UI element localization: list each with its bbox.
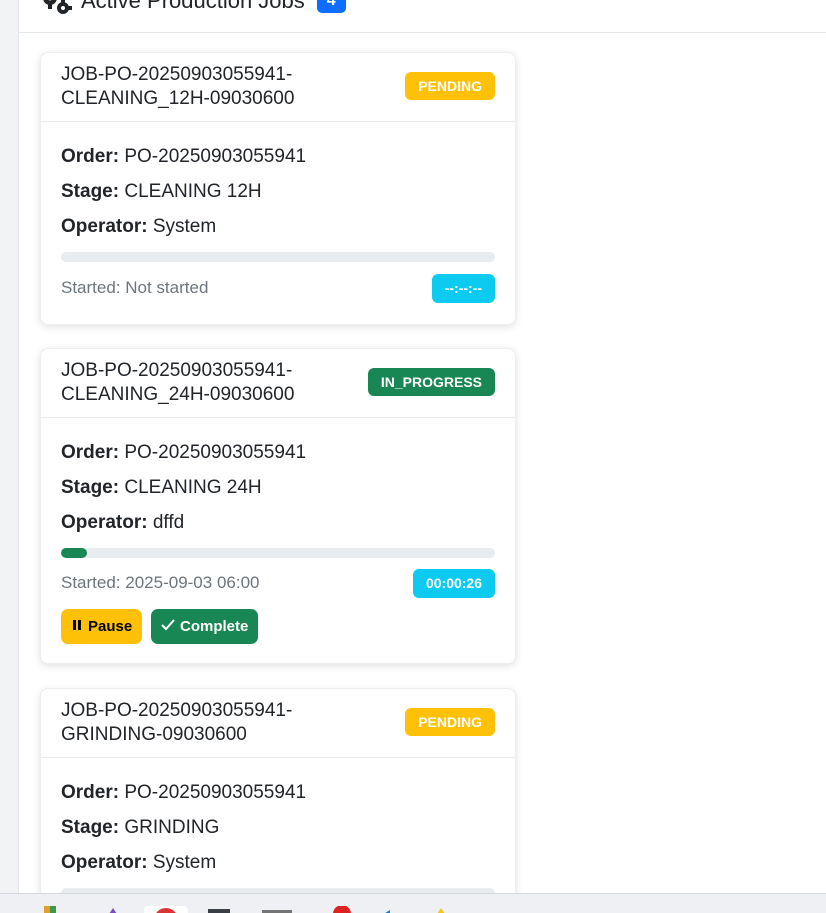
complete-label: Complete <box>180 618 249 635</box>
job-id: JOB-PO-20250903055941-GRINDING-09030600 <box>61 700 293 745</box>
browser-icon[interactable] <box>144 906 188 913</box>
started-text: Started: 2025-09-03 06:00 <box>61 573 260 592</box>
gears-icon <box>39 0 73 16</box>
order-label: Order: <box>61 782 120 803</box>
job-card: JOB-PO-20250903055941-GRINDING-09030600 … <box>40 688 516 913</box>
job-id: JOB-PO-20250903055941-CLEANING_24H-09030… <box>61 360 295 405</box>
started-text: Started: Not started <box>61 278 209 297</box>
pause-icon <box>71 618 83 635</box>
stage-field: Stage: CLEANING 24H <box>61 476 262 500</box>
progress-bar <box>61 252 495 262</box>
progress-percent: 6% <box>61 548 79 558</box>
job-card-body: Order: PO-20250903055941 Stage: CLEANING… <box>41 418 515 663</box>
operator-value: System <box>152 852 217 873</box>
app-icon[interactable] <box>430 906 452 913</box>
order-value: PO-20250903055941 <box>124 146 307 167</box>
order-value: PO-20250903055941 <box>124 442 307 463</box>
status-badge: PENDING <box>405 72 495 100</box>
operator-field: Operator: System <box>61 851 216 875</box>
operator-field: Operator: dffd <box>61 511 184 535</box>
elapsed-timer: --:--:-- <box>431 274 495 303</box>
stage-value: GRINDING <box>124 817 220 838</box>
app-icon[interactable] <box>372 906 394 913</box>
page-header: Active Production Jobs 4 <box>19 0 826 33</box>
app-icon[interactable] <box>208 906 236 913</box>
elapsed-timer: 00:00:26 <box>412 569 495 598</box>
job-card-body: Order: PO-20250903055941 Stage: GRINDING… <box>41 758 515 913</box>
sidebar-edge <box>0 0 19 893</box>
page: Active Production Jobs 4 JOB-PO-20250903… <box>0 0 826 913</box>
operator-label: Operator: <box>61 852 148 873</box>
job-card-header: JOB-PO-20250903055941-CLEANING_12H-09030… <box>41 53 515 122</box>
page-title: Active Production Jobs <box>81 0 305 13</box>
stage-field: Stage: CLEANING 12H <box>61 180 262 204</box>
order-field: Order: PO-20250903055941 <box>61 781 306 805</box>
job-id: JOB-PO-20250903055941-CLEANING_12H-09030… <box>61 64 295 109</box>
pause-label: Pause <box>88 618 133 635</box>
status-badge: PENDING <box>405 708 495 736</box>
stage-label: Stage: <box>61 181 120 202</box>
app-icon[interactable] <box>40 906 62 913</box>
check-icon <box>161 618 175 635</box>
order-label: Order: <box>61 146 120 167</box>
order-field: Order: PO-20250903055941 <box>61 145 306 169</box>
progress-bar: 6% <box>61 548 495 558</box>
stage-field: Stage: GRINDING <box>61 816 219 840</box>
job-count-badge: 4 <box>316 0 346 13</box>
app-icon[interactable] <box>262 906 292 913</box>
taskbar <box>0 893 826 913</box>
order-field: Order: PO-20250903055941 <box>61 441 306 465</box>
operator-value: System <box>152 216 217 237</box>
operator-label: Operator: <box>61 512 148 533</box>
app-icon[interactable] <box>102 906 124 913</box>
stage-label: Stage: <box>61 477 120 498</box>
job-card-header: JOB-PO-20250903055941-CLEANING_24H-09030… <box>41 349 515 418</box>
complete-button[interactable]: Complete <box>151 609 259 644</box>
job-card: JOB-PO-20250903055941-CLEANING_24H-09030… <box>40 348 516 664</box>
stage-label: Stage: <box>61 817 120 838</box>
job-card-body: Order: PO-20250903055941 Stage: CLEANING… <box>41 122 515 322</box>
app-icon[interactable] <box>328 905 351 913</box>
stage-value: CLEANING 12H <box>124 181 262 202</box>
stage-value: CLEANING 24H <box>124 477 262 498</box>
status-badge: IN_PROGRESS <box>367 368 495 396</box>
job-card-header: JOB-PO-20250903055941-GRINDING-09030600 … <box>41 689 515 758</box>
operator-field: Operator: System <box>61 215 216 239</box>
order-label: Order: <box>61 442 120 463</box>
header-title-group: Active Production Jobs 4 <box>39 0 346 16</box>
order-value: PO-20250903055941 <box>124 782 307 803</box>
operator-value: dffd <box>152 512 185 533</box>
job-card: JOB-PO-20250903055941-CLEANING_12H-09030… <box>40 52 516 325</box>
pause-button[interactable]: Pause <box>61 609 143 644</box>
operator-label: Operator: <box>61 216 148 237</box>
